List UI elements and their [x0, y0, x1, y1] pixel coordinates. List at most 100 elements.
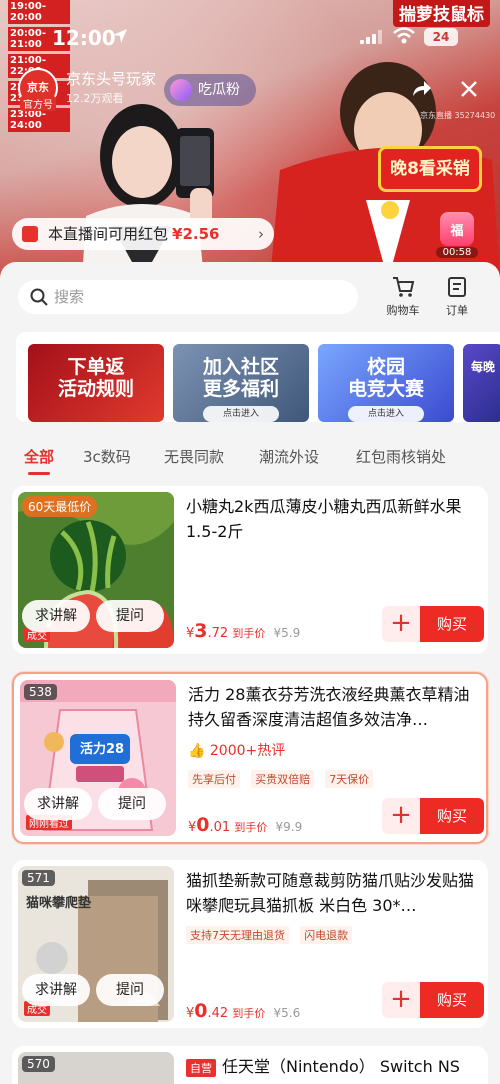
service-tag: 7天保价 [325, 770, 374, 788]
price-integer: 0 [194, 1000, 208, 1022]
product-number: 570 [22, 1056, 55, 1072]
price-decimal: .72 [207, 626, 229, 641]
close-icon[interactable] [458, 78, 480, 100]
banner-rebate-rules[interactable]: 下单返 活动规则 [28, 344, 164, 422]
product-title[interactable]: 自营 任天堂（Nintendo） Switch NS [186, 1054, 482, 1082]
ask-bar: 求讲解 提问 [22, 974, 172, 1006]
fan-club-button[interactable]: 吃瓜粉 [164, 74, 256, 106]
banner-nightly[interactable]: 每晚 [463, 344, 500, 422]
buy-button[interactable]: 购买 [420, 798, 484, 834]
red-packet-icon [22, 226, 38, 242]
red-packet-bar[interactable]: 本直播间可用红包 ¥2.56 › [12, 218, 274, 250]
thumb-title: 猫咪攀爬垫 [26, 896, 92, 911]
pack-brand-text: 活力28 [79, 742, 125, 757]
fan-club-icon [170, 79, 192, 101]
order-icon [448, 277, 466, 297]
product-panel: 搜索 购物车 订单 下单返 活动规则 加入社区 更多福利 点击进入 校园 电竞大… [0, 262, 500, 1084]
official-badge: 官方号 [20, 96, 56, 111]
schedule-slot: 23:00-24:00 [8, 108, 70, 132]
banner-join-community[interactable]: 加入社区 更多福利 点击进入 [173, 344, 309, 422]
add-to-cart-button[interactable]: + [382, 606, 420, 642]
price-integer: 3 [194, 620, 208, 642]
streamer-host-figure [82, 104, 214, 280]
wifi-icon [393, 27, 415, 44]
hot-reviews: 👍 2000+热评 [188, 740, 285, 760]
lucky-bag-button[interactable]: 福 00:58 [436, 212, 478, 262]
host-name: 京东头号玩家 [66, 70, 157, 88]
request-explain-button[interactable]: 求讲解 [22, 974, 90, 1006]
banner-enter-button[interactable]: 点击进入 [203, 406, 279, 422]
request-explain-button[interactable]: 求讲解 [24, 788, 92, 820]
product-card[interactable]: 60天最低价 成交 求讲解 提问 小糖丸2k西瓜薄皮小糖丸西瓜新鲜水果 1.5-… [12, 486, 488, 654]
product-price: ¥0.01 到手价 ¥9.9 [188, 814, 303, 836]
order-label: 订单 [446, 304, 468, 317]
price-integer: 0 [196, 814, 210, 836]
cart-icon [393, 277, 415, 297]
tab-all[interactable]: 全部 [24, 446, 54, 475]
promo-banner-carousel[interactable]: 下单返 活动规则 加入社区 更多福利 点击进入 校园 电竞大赛 点击进入 每晚 [16, 332, 500, 422]
promo-sign: 晚8看采销 [378, 146, 482, 192]
battery-level: 24 [424, 28, 458, 46]
order-button[interactable]: 订单 [432, 274, 482, 324]
product-card[interactable]: 猫咪攀爬垫 571 成交 求讲解 提问 猫抓垫新款可随意裁剪防猫爪贴沙发贴猫咪攀… [12, 860, 488, 1028]
product-title[interactable]: 活力 28薰衣芬芳洗衣液经典薰衣草精油持久留香深度清洁超值多效洁净… [188, 682, 484, 734]
banner-line: 校园 [366, 356, 405, 378]
product-number: 571 [22, 870, 55, 886]
product-title[interactable]: 猫抓垫新款可随意裁剪防猫爪贴沙发贴猫咪攀爬玩具猫抓板 米白色 30*… [186, 868, 482, 920]
ask-question-button[interactable]: 提问 [96, 974, 164, 1006]
lucky-bag-timer: 00:58 [436, 247, 478, 258]
product-card[interactable]: 570 自营 任天堂（Nintendo） Switch NS [12, 1046, 488, 1084]
stream-top-banner: 揣萝技鼠标 [393, 0, 490, 27]
banner-line: 每晚 [470, 360, 495, 374]
hot-reviews-text: 2000+热评 [209, 743, 286, 759]
search-icon [30, 288, 48, 306]
location-arrow-icon [113, 29, 127, 43]
price-label: 到手价 [232, 627, 266, 640]
product-title-text: 任天堂（Nintendo） Switch NS [222, 1057, 460, 1076]
banner-enter-button[interactable]: 点击进入 [348, 406, 424, 422]
cart-button[interactable]: 购物车 [378, 274, 428, 324]
schedule-slot: 19:00-20:00 [8, 0, 70, 24]
ask-question-button[interactable]: 提问 [96, 600, 164, 632]
live-stream-view[interactable]: 19:00-20:00 20:00-21:00 21:00-22:00 22:0… [0, 0, 500, 280]
request-explain-button[interactable]: 求讲解 [22, 600, 90, 632]
red-packet-text: 本直播间可用红包 [48, 225, 169, 243]
banner-line: 活动规则 [57, 378, 134, 400]
original-price: ¥5.6 [273, 1006, 301, 1020]
add-to-cart-button[interactable]: + [382, 798, 420, 834]
room-id: 京东直播 35274430 [420, 111, 496, 120]
search-placeholder: 搜索 [54, 288, 85, 306]
ask-bar: 求讲解 提问 [24, 788, 174, 820]
product-image[interactable]: 570 [18, 1052, 174, 1084]
price-decimal: .01 [209, 820, 231, 835]
tab-3c-digital[interactable]: 3c数码 [83, 446, 131, 467]
tab-red-packet-redeem[interactable]: 红包雨核销处 [356, 446, 446, 467]
service-tag: 支持7天无理由退货 [186, 926, 289, 944]
price-label: 到手价 [232, 1007, 266, 1020]
tab-fearless-style[interactable]: 无畏同款 [164, 446, 224, 467]
viewer-count: 12.2万观看 [66, 92, 124, 105]
buy-button[interactable]: 购买 [420, 606, 484, 642]
product-price: ¥3.72 到手价 ¥5.9 [186, 620, 301, 642]
lowest-price-badge: 60天最低价 [22, 496, 98, 517]
banner-line: 下单返 [67, 356, 125, 378]
lucky-bag-icon: 福 [440, 212, 474, 246]
red-packet-amount: ¥2.56 [172, 225, 220, 243]
status-bar: 12:00 24 [0, 24, 500, 52]
fan-club-label: 吃瓜粉 [198, 82, 240, 98]
share-icon[interactable] [410, 78, 432, 100]
search-input[interactable]: 搜索 [18, 280, 358, 314]
product-card-highlighted[interactable]: 活力28 538 刚刚看过 求讲解 提问 活力 28薰衣芬芳洗衣液经典薰衣草精油… [12, 672, 488, 844]
cart-label: 购物车 [386, 304, 420, 317]
original-price: ¥5.9 [273, 626, 301, 640]
banner-campus-esports[interactable]: 校园 电竞大赛 点击进入 [318, 344, 454, 422]
thumbs-up-icon: 👍 [188, 743, 206, 759]
product-tags: 先享后付 买贵双倍赔 7天保价 [188, 768, 379, 788]
add-to-cart-button[interactable]: + [382, 982, 420, 1018]
category-tabs: 全部 3c数码 无畏同款 潮流外设 红包雨核销处 [0, 444, 500, 475]
tab-trend-peripherals[interactable]: 潮流外设 [259, 446, 319, 467]
ask-question-button[interactable]: 提问 [98, 788, 166, 820]
product-title[interactable]: 小糖丸2k西瓜薄皮小糖丸西瓜新鲜水果 1.5-2斤 [186, 494, 482, 546]
buy-button[interactable]: 购买 [420, 982, 484, 1018]
product-number: 538 [24, 684, 57, 700]
